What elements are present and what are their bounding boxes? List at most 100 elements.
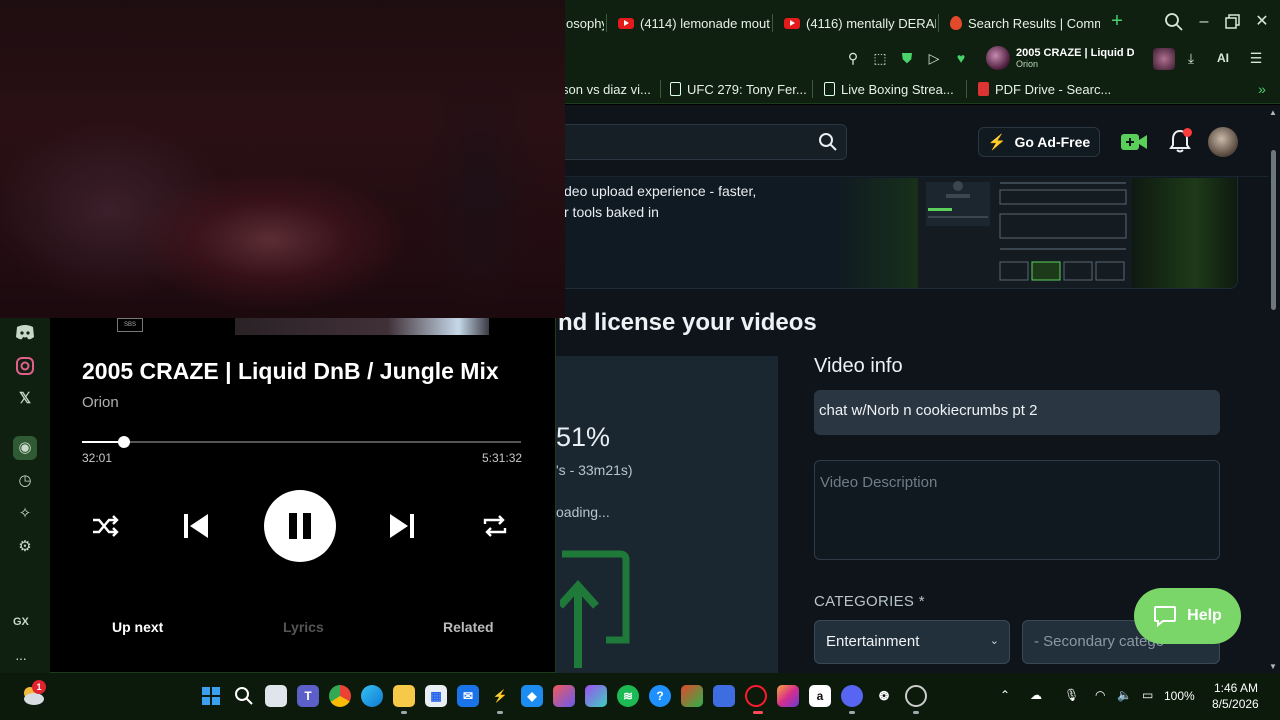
tab-up-next[interactable]: Up next xyxy=(112,619,163,635)
store-icon[interactable]: ▦ xyxy=(425,685,447,707)
clock-date[interactable]: 8/5/2026 xyxy=(1212,697,1259,711)
restore-icon[interactable] xyxy=(1222,12,1242,32)
upload-video-icon[interactable] xyxy=(1120,131,1148,153)
menu-icon[interactable]: ☰ xyxy=(1246,48,1266,68)
music-player-icon[interactable]: ◉ xyxy=(13,436,37,460)
video-title-input[interactable]: chat w/Norb n cookiecrumbs pt 2 xyxy=(814,390,1220,435)
winamp-icon[interactable]: ⚡ xyxy=(489,685,511,707)
album-art-image xyxy=(235,318,489,335)
webcam-overlay-image xyxy=(0,0,565,318)
close-icon[interactable]: ✕ xyxy=(1252,12,1272,32)
battery-icon[interactable]: ▭ xyxy=(1142,688,1153,702)
windows-start-icon[interactable] xyxy=(200,685,222,707)
bookmark-label: son vs diaz vi... xyxy=(562,81,651,97)
clipchamp-icon[interactable] xyxy=(585,685,607,707)
file-explorer-icon[interactable] xyxy=(393,685,415,707)
settings-gear-icon[interactable]: ⚙ xyxy=(13,535,37,559)
extensions-icon[interactable]: ✧ xyxy=(13,502,37,526)
opera-gx-icon[interactable] xyxy=(745,685,767,707)
tab-lemonade[interactable]: (4114) lemonade mout xyxy=(610,8,770,38)
tab-lyrics[interactable]: Lyrics xyxy=(283,619,324,635)
player-mini-widget[interactable]: 2005 CRAZE | Liquid Dn Orion xyxy=(986,44,1146,72)
amazon-icon[interactable]: a xyxy=(809,685,831,707)
clock-time[interactable]: 1:46 AM xyxy=(1214,681,1258,695)
taskbar-search-icon[interactable] xyxy=(233,685,255,707)
pin-icon[interactable]: ⚲ xyxy=(843,48,863,68)
scroll-down-icon[interactable]: ▼ xyxy=(1269,662,1277,671)
user-avatar[interactable] xyxy=(1208,127,1238,157)
bookmark-item[interactable]: PDF Drive - Searc... xyxy=(978,78,1111,100)
bookmark-item[interactable]: UFC 279: Tony Fer... xyxy=(670,78,807,100)
copilot-icon[interactable] xyxy=(553,685,575,707)
help-button[interactable]: Help xyxy=(1134,588,1241,644)
heart-icon[interactable]: ♥ xyxy=(951,48,971,68)
next-track-icon[interactable] xyxy=(384,508,420,544)
album-art-logo: SBS xyxy=(117,318,143,332)
snapshot-icon[interactable]: ⬚ xyxy=(870,48,890,68)
microphone-icon[interactable]: 🎙 xyxy=(1064,688,1079,702)
primary-category-select[interactable]: Entertainment ⌄ xyxy=(814,620,1010,664)
minimize-icon[interactable]: – xyxy=(1194,12,1214,32)
history-icon[interactable]: ◷ xyxy=(13,469,37,493)
x-twitter-icon[interactable]: 𝕏 xyxy=(13,387,37,411)
edge-icon[interactable] xyxy=(361,685,383,707)
profile-icon[interactable] xyxy=(1153,48,1175,70)
task-view-icon[interactable] xyxy=(265,685,287,707)
track-artist[interactable]: Orion xyxy=(82,394,119,411)
download-icon[interactable]: ⤓ xyxy=(1181,48,1201,68)
running-app-indicator xyxy=(401,711,407,714)
discord-icon[interactable] xyxy=(13,320,37,344)
new-tab-button[interactable]: + xyxy=(1108,11,1126,31)
sidebar-more-icon[interactable]: ··· xyxy=(15,650,27,666)
instagram-app-icon[interactable] xyxy=(777,685,799,707)
tab-related[interactable]: Related xyxy=(443,619,494,635)
adblock-shield-icon[interactable]: ⛊ xyxy=(897,48,917,68)
bookmark-item[interactable]: Live Boxing Strea... xyxy=(824,78,954,100)
more-bookmarks-icon[interactable]: » xyxy=(1252,79,1272,99)
chatgpt-icon[interactable]: ❂ xyxy=(873,685,895,707)
bookmark-divider xyxy=(660,80,661,98)
promo-decoration-right xyxy=(1132,178,1237,288)
teams-icon[interactable]: T xyxy=(297,685,319,707)
gx-corner-label[interactable]: GX xyxy=(13,616,29,628)
fl-studio-icon[interactable] xyxy=(681,685,703,707)
bolt-icon: ⚡ xyxy=(987,134,1007,151)
aria-ai-button[interactable]: AI xyxy=(1208,48,1238,68)
remote-desktop-icon[interactable] xyxy=(713,685,735,707)
section-title: nd license your videos xyxy=(558,309,817,336)
tab-search-icon[interactable] xyxy=(1164,12,1184,32)
tab-label: (4114) lemonade mout xyxy=(640,15,770,31)
tab-mentally-deranged[interactable]: (4116) mentally DERAN xyxy=(776,8,936,38)
mail-icon[interactable]: ✉ xyxy=(457,685,479,707)
battery-percent[interactable]: 100% xyxy=(1164,689,1195,703)
mini-player-title: 2005 CRAZE | Liquid Dn xyxy=(1016,47,1134,59)
play-pause-button[interactable] xyxy=(264,490,336,562)
go-ad-free-button[interactable]: ⚡ Go Ad-Free xyxy=(978,127,1100,157)
tray-overflow-icon[interactable]: ⌃ xyxy=(1000,688,1010,702)
upload-arrow-icon xyxy=(560,550,630,668)
seek-bar[interactable] xyxy=(82,441,521,443)
search-icon[interactable] xyxy=(818,132,838,152)
tab-search-results[interactable]: Search Results | Comm xyxy=(942,8,1100,38)
scroll-up-icon[interactable]: ▲ xyxy=(1269,108,1277,117)
volume-icon[interactable]: 🔈 xyxy=(1117,688,1132,702)
scrollbar-thumb[interactable] xyxy=(1271,150,1276,310)
shuffle-icon[interactable] xyxy=(87,508,123,544)
instagram-icon[interactable] xyxy=(13,354,37,378)
bookmark-item[interactable]: son vs diaz vi... xyxy=(562,78,651,100)
dropbox-icon[interactable]: ◆ xyxy=(521,685,543,707)
site-search-input[interactable] xyxy=(560,124,847,160)
seek-handle[interactable] xyxy=(118,436,130,448)
video-info-heading: Video info xyxy=(814,355,903,377)
chrome-icon[interactable] xyxy=(329,685,351,707)
obs-icon[interactable] xyxy=(905,685,927,707)
wifi-icon[interactable]: ◠ xyxy=(1095,688,1105,702)
play-icon[interactable]: ▷ xyxy=(924,48,944,68)
help-app-icon[interactable]: ? xyxy=(649,685,671,707)
video-description-textarea[interactable]: Video Description xyxy=(814,460,1220,560)
repeat-icon[interactable] xyxy=(477,508,513,544)
discord-app-icon[interactable] xyxy=(841,685,863,707)
vpn-icon[interactable]: ☁ xyxy=(1030,688,1042,702)
previous-track-icon[interactable] xyxy=(178,508,214,544)
spotify-icon[interactable]: ≋ xyxy=(617,685,639,707)
